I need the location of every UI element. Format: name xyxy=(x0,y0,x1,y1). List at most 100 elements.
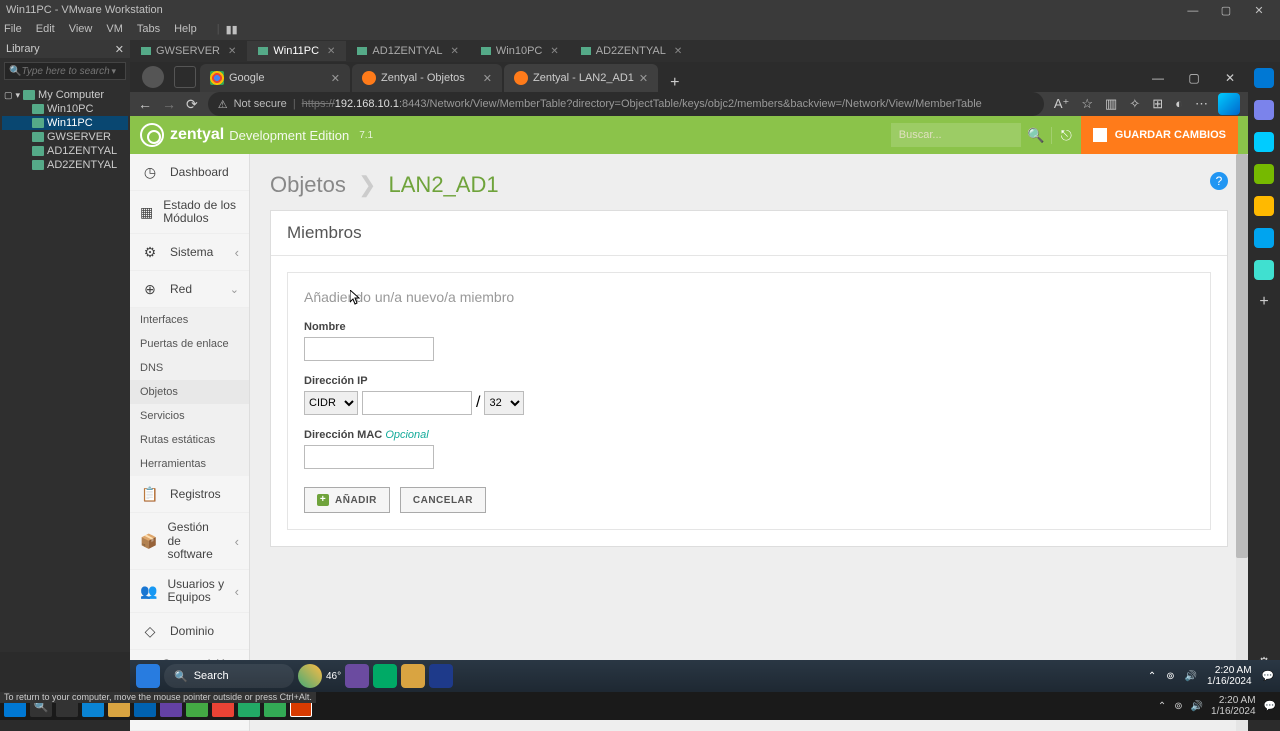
volume-icon[interactable]: 🔊 xyxy=(1191,701,1203,712)
add-button[interactable]: +AÑADIR xyxy=(304,487,390,513)
tree-root[interactable]: ▢▾ My Computer xyxy=(2,88,128,102)
back-button[interactable]: ← xyxy=(138,96,152,112)
tab-close-icon[interactable]: ✕ xyxy=(327,46,335,57)
vm-tab[interactable]: Win10PC✕ xyxy=(470,41,570,61)
sidebar-item-gestion[interactable]: 📦Gestión de software xyxy=(130,513,249,570)
tab-close-icon[interactable]: ✕ xyxy=(674,46,682,57)
sidebar-subitem[interactable]: Rutas estáticas xyxy=(130,428,249,452)
notifications-icon[interactable]: 💬 xyxy=(1264,701,1276,712)
header-search-input[interactable] xyxy=(891,123,1021,147)
tab-close-icon[interactable]: ✕ xyxy=(331,72,340,85)
taskbar-app-icon[interactable] xyxy=(345,664,369,688)
sidebar-app-icon[interactable] xyxy=(1254,100,1274,120)
sidebar-item-registros[interactable]: 📋Registros xyxy=(130,476,249,513)
pause-icon[interactable]: ▮▮ xyxy=(226,23,238,36)
sidebar-app-icon[interactable] xyxy=(1254,164,1274,184)
weather-widget-icon[interactable] xyxy=(298,664,322,688)
minimize-button[interactable]: — xyxy=(1140,64,1176,92)
tab-close-icon[interactable]: ✕ xyxy=(550,46,558,57)
tree-item[interactable]: AD1ZENTYAL xyxy=(2,144,128,158)
tab-close-icon[interactable]: ✕ xyxy=(451,46,459,57)
ip-mask-select[interactable]: 32 xyxy=(484,391,524,415)
cancel-button[interactable]: CANCELAR xyxy=(400,487,486,513)
explorer-taskbar-icon[interactable] xyxy=(401,664,425,688)
sidebar-subitem[interactable]: Herramientas xyxy=(130,452,249,476)
wifi-icon[interactable]: ⊚ xyxy=(1166,671,1174,682)
vm-tab[interactable]: AD1ZENTYAL✕ xyxy=(346,41,469,61)
help-button[interactable]: ? xyxy=(1210,172,1228,190)
scrollbar[interactable] xyxy=(1236,154,1248,731)
vm-tab[interactable]: GWSERVER✕ xyxy=(130,41,247,61)
scroll-thumb[interactable] xyxy=(1236,154,1248,558)
close-button[interactable]: ✕ xyxy=(1244,4,1274,17)
browser-tab[interactable]: Google ✕ xyxy=(200,64,350,92)
start-button[interactable] xyxy=(136,664,160,688)
sidebar-subitem[interactable]: Objetos xyxy=(130,380,249,404)
library-search-input[interactable] xyxy=(21,66,111,77)
taskbar-search[interactable]: 🔍Search xyxy=(164,664,294,688)
tab-close-icon[interactable]: ✕ xyxy=(483,72,492,85)
logout-icon[interactable]: ⎋ xyxy=(1051,127,1081,144)
read-aloud-icon[interactable]: A⁺ xyxy=(1054,96,1070,112)
guest-systray[interactable]: ⌃ ⊚ 🔊 2:20 AM 1/16/2024 💬 xyxy=(1148,665,1274,687)
refresh-button[interactable]: ⟳ xyxy=(186,96,198,113)
sidebar-app-icon[interactable] xyxy=(1254,68,1274,88)
vm-tab[interactable]: AD2ZENTYAL✕ xyxy=(570,41,693,61)
mac-input[interactable] xyxy=(304,445,434,469)
maximize-button[interactable]: ▢ xyxy=(1176,64,1212,92)
copilot-icon[interactable] xyxy=(1218,93,1240,115)
extensions-icon[interactable]: ⊞ xyxy=(1152,96,1163,112)
close-button[interactable]: ✕ xyxy=(1212,64,1248,92)
sidebar-subitem[interactable]: Puertas de enlace xyxy=(130,332,249,356)
zentyal-logo-icon[interactable] xyxy=(140,123,164,147)
sidebar-item-sistema[interactable]: ⚙Sistema xyxy=(130,234,249,271)
minimize-button[interactable]: — xyxy=(1178,5,1208,17)
menu-edit[interactable]: Edit xyxy=(36,23,55,35)
edge-taskbar-icon[interactable] xyxy=(373,664,397,688)
sidebar-item-usuarios[interactable]: 👥Usuarios y Equipos xyxy=(130,570,249,613)
menu-tabs[interactable]: Tabs xyxy=(137,23,160,35)
chevron-up-icon[interactable]: ⌃ xyxy=(1158,701,1166,712)
sidebar-app-icon[interactable] xyxy=(1254,132,1274,152)
new-tab-button[interactable]: + xyxy=(660,74,689,92)
sidebar-app-icon[interactable] xyxy=(1254,228,1274,248)
weather-temp[interactable]: 46° xyxy=(326,671,341,682)
save-changes-button[interactable]: GUARDAR CAMBIOS xyxy=(1081,116,1238,154)
favorite-icon[interactable]: ☆ xyxy=(1081,96,1093,112)
search-icon[interactable]: 🔍 xyxy=(1021,127,1051,144)
sidebar-add-icon[interactable]: + xyxy=(1254,292,1274,312)
menu-file[interactable]: File xyxy=(4,23,22,35)
ip-type-select[interactable]: CIDR xyxy=(304,391,358,415)
browser-tab[interactable]: Zentyal - Objetos ✕ xyxy=(352,64,502,92)
library-close-icon[interactable]: ✕ xyxy=(115,43,124,56)
split-screen-icon[interactable]: ▥ xyxy=(1105,96,1117,112)
menu-icon[interactable]: ⋯ xyxy=(1195,96,1208,112)
collections-icon[interactable]: ✧ xyxy=(1129,96,1140,112)
sidebar-subitem[interactable]: Servicios xyxy=(130,404,249,428)
breadcrumb-parent[interactable]: Objetos xyxy=(270,172,346,197)
sidebar-app-icon[interactable] xyxy=(1254,196,1274,216)
nombre-input[interactable] xyxy=(304,337,434,361)
sidebar-item-dashboard[interactable]: ◷Dashboard xyxy=(130,154,249,191)
profile-avatar-icon[interactable] xyxy=(142,66,164,88)
sidebar-item-estado[interactable]: ▦Estado de los Módulos xyxy=(130,191,249,234)
browser-tab[interactable]: Zentyal - LAN2_AD1 ✕ xyxy=(504,64,658,92)
chevron-up-icon[interactable]: ⌃ xyxy=(1148,671,1156,682)
notifications-icon[interactable]: 💬 xyxy=(1262,671,1274,682)
chevron-down-icon[interactable]: ▾ xyxy=(111,66,116,77)
tab-close-icon[interactable]: ✕ xyxy=(639,72,648,85)
sidebar-app-icon[interactable] xyxy=(1254,260,1274,280)
tab-actions-icon[interactable] xyxy=(174,66,196,88)
menu-help[interactable]: Help xyxy=(174,23,197,35)
terminal-taskbar-icon[interactable] xyxy=(429,664,453,688)
ip-address-input[interactable] xyxy=(362,391,472,415)
menu-view[interactable]: View xyxy=(69,23,93,35)
address-bar[interactable]: ⚠ Not secure | https://192.168.10.1:8443… xyxy=(208,92,1044,116)
menu-vm[interactable]: VM xyxy=(106,23,123,35)
tab-close-icon[interactable]: ✕ xyxy=(228,46,236,57)
tree-item[interactable]: AD2ZENTYAL xyxy=(2,158,128,172)
volume-icon[interactable]: 🔊 xyxy=(1185,671,1197,682)
sidebar-item-red[interactable]: ⊕Red xyxy=(130,271,249,308)
maximize-button[interactable]: ▢ xyxy=(1211,4,1241,17)
network-icon[interactable]: ⊚ xyxy=(1174,701,1182,712)
